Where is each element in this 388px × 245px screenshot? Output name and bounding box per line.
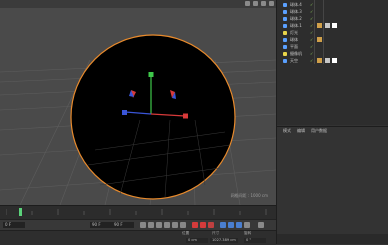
light-icon xyxy=(283,30,287,35)
object-row[interactable]: 平面 ✓ xyxy=(277,43,388,50)
material-tag-icon[interactable] xyxy=(317,58,322,63)
visible-check-icon[interactable]: ✓ xyxy=(310,43,313,50)
scale-key-icon[interactable] xyxy=(228,222,234,228)
object-icon xyxy=(283,37,287,42)
material-tag-icon[interactable] xyxy=(317,23,322,28)
visible-check-icon[interactable]: ✓ xyxy=(310,8,313,15)
position-key-icon[interactable] xyxy=(220,222,226,228)
object-label: 球体.1 xyxy=(290,23,302,28)
attribute-tabs: 模式 编辑 用户数据 xyxy=(277,127,388,135)
current-frame-field[interactable]: 90 F xyxy=(90,222,112,228)
texture-tag-icon[interactable] xyxy=(332,58,337,63)
zoom-view-icon[interactable] xyxy=(253,1,258,6)
transport-bar: 0 F 90 F 90 F xyxy=(0,219,276,230)
object-icon xyxy=(283,16,287,21)
tab-user-data[interactable]: 用户数据 xyxy=(311,127,327,135)
x-axis-handle xyxy=(183,113,188,119)
object-row[interactable]: 灯光 ✓ xyxy=(277,29,388,36)
object-icon xyxy=(283,2,287,7)
attribute-footer xyxy=(277,234,388,244)
material-tag-icon[interactable] xyxy=(317,37,322,42)
timeline-ruler xyxy=(6,209,267,215)
object-label: 平面 xyxy=(290,44,298,49)
camera-icon xyxy=(283,51,287,56)
visible-check-icon[interactable]: ✓ xyxy=(310,50,313,57)
object-label: 球体.3 xyxy=(290,9,302,14)
attribute-manager: 模式 编辑 用户数据 xyxy=(277,126,388,245)
previous-key-icon[interactable] xyxy=(148,222,154,228)
rotation-label: 旋转 xyxy=(244,231,252,235)
object-row[interactable]: 球体 ✓ xyxy=(277,36,388,43)
size-x-field[interactable]: 1027.389 cm xyxy=(210,238,238,243)
object-manager: 球体.4 ✓ 球体.3 ✓ 球体.2 ✓ 球体.1 ✓ 灯光 ✓ 球体 ✓ 平面… xyxy=(277,0,388,125)
visible-check-icon[interactable]: ✓ xyxy=(310,15,313,22)
object-icon xyxy=(283,23,287,28)
sphere-object[interactable] xyxy=(70,34,236,200)
object-icon xyxy=(283,58,287,63)
texture-tag-icon[interactable] xyxy=(325,58,330,63)
object-icon xyxy=(283,44,287,49)
go-to-end-icon[interactable] xyxy=(180,222,186,228)
object-row[interactable]: 球体.1 ✓ xyxy=(277,22,388,29)
size-label: 尺寸 xyxy=(212,231,220,235)
next-key-icon[interactable] xyxy=(172,222,178,228)
object-label: 球体.2 xyxy=(290,16,302,21)
object-label: 灯光 xyxy=(290,30,298,35)
texture-tag-icon[interactable] xyxy=(332,23,337,28)
menu-icon[interactable] xyxy=(258,222,264,228)
coordinate-manager: 位置 尺寸 旋转 0 cm 1027.389 cm 0 ° xyxy=(0,230,276,245)
y-axis-handle xyxy=(148,72,154,77)
tab-edit[interactable]: 编辑 xyxy=(297,127,305,135)
object-label: 球体.4 xyxy=(290,2,302,7)
texture-tag-icon[interactable] xyxy=(325,23,330,28)
viewport[interactable]: 网格间距 : 1000 cm xyxy=(0,0,276,205)
object-row[interactable]: 球体.3 ✓ xyxy=(277,8,388,15)
tab-mode[interactable]: 模式 xyxy=(283,127,291,135)
object-row[interactable]: 球体.4 ✓ xyxy=(277,1,388,8)
record-icon[interactable] xyxy=(192,222,198,228)
object-row[interactable]: 天空 ✓ xyxy=(277,57,388,64)
timeline[interactable] xyxy=(0,205,276,220)
visible-check-icon[interactable]: ✓ xyxy=(310,36,313,43)
rotate-view-icon[interactable] xyxy=(261,1,266,6)
visible-check-icon[interactable]: ✓ xyxy=(310,1,313,8)
visible-check-icon[interactable]: ✓ xyxy=(310,29,313,36)
rotation-key-icon[interactable] xyxy=(236,222,242,228)
grid-spacing-readout: 网格间距 : 1000 cm xyxy=(230,193,268,198)
layout-icon[interactable] xyxy=(269,1,274,6)
z-axis-handle xyxy=(122,110,127,115)
object-row[interactable]: 摄像机 ✓ xyxy=(277,50,388,57)
param-key-icon[interactable] xyxy=(244,222,250,228)
visible-check-icon[interactable]: ✓ xyxy=(310,57,313,64)
autokey-icon[interactable] xyxy=(200,222,206,228)
object-row[interactable]: 球体.2 ✓ xyxy=(277,15,388,22)
position-x-field[interactable]: 0 cm xyxy=(186,238,208,243)
object-icon xyxy=(283,9,287,14)
object-label: 摄像机 xyxy=(290,51,302,56)
playhead[interactable] xyxy=(19,208,22,216)
end-frame-field[interactable]: 90 F xyxy=(112,222,134,228)
position-label: 位置 xyxy=(182,231,190,235)
play-back-icon[interactable] xyxy=(156,222,162,228)
move-view-icon[interactable] xyxy=(245,1,250,6)
start-frame-field[interactable]: 0 F xyxy=(3,222,25,228)
go-to-start-icon[interactable] xyxy=(140,222,146,228)
viewport-canvas xyxy=(0,34,276,205)
object-label: 球体 xyxy=(290,37,298,42)
viewport-header xyxy=(0,0,276,8)
rotation-h-field[interactable]: 0 ° xyxy=(244,238,266,243)
key-selection-icon[interactable] xyxy=(208,222,214,228)
play-icon[interactable] xyxy=(164,222,170,228)
visible-check-icon[interactable]: ✓ xyxy=(310,22,313,29)
object-label: 天空 xyxy=(290,58,298,63)
